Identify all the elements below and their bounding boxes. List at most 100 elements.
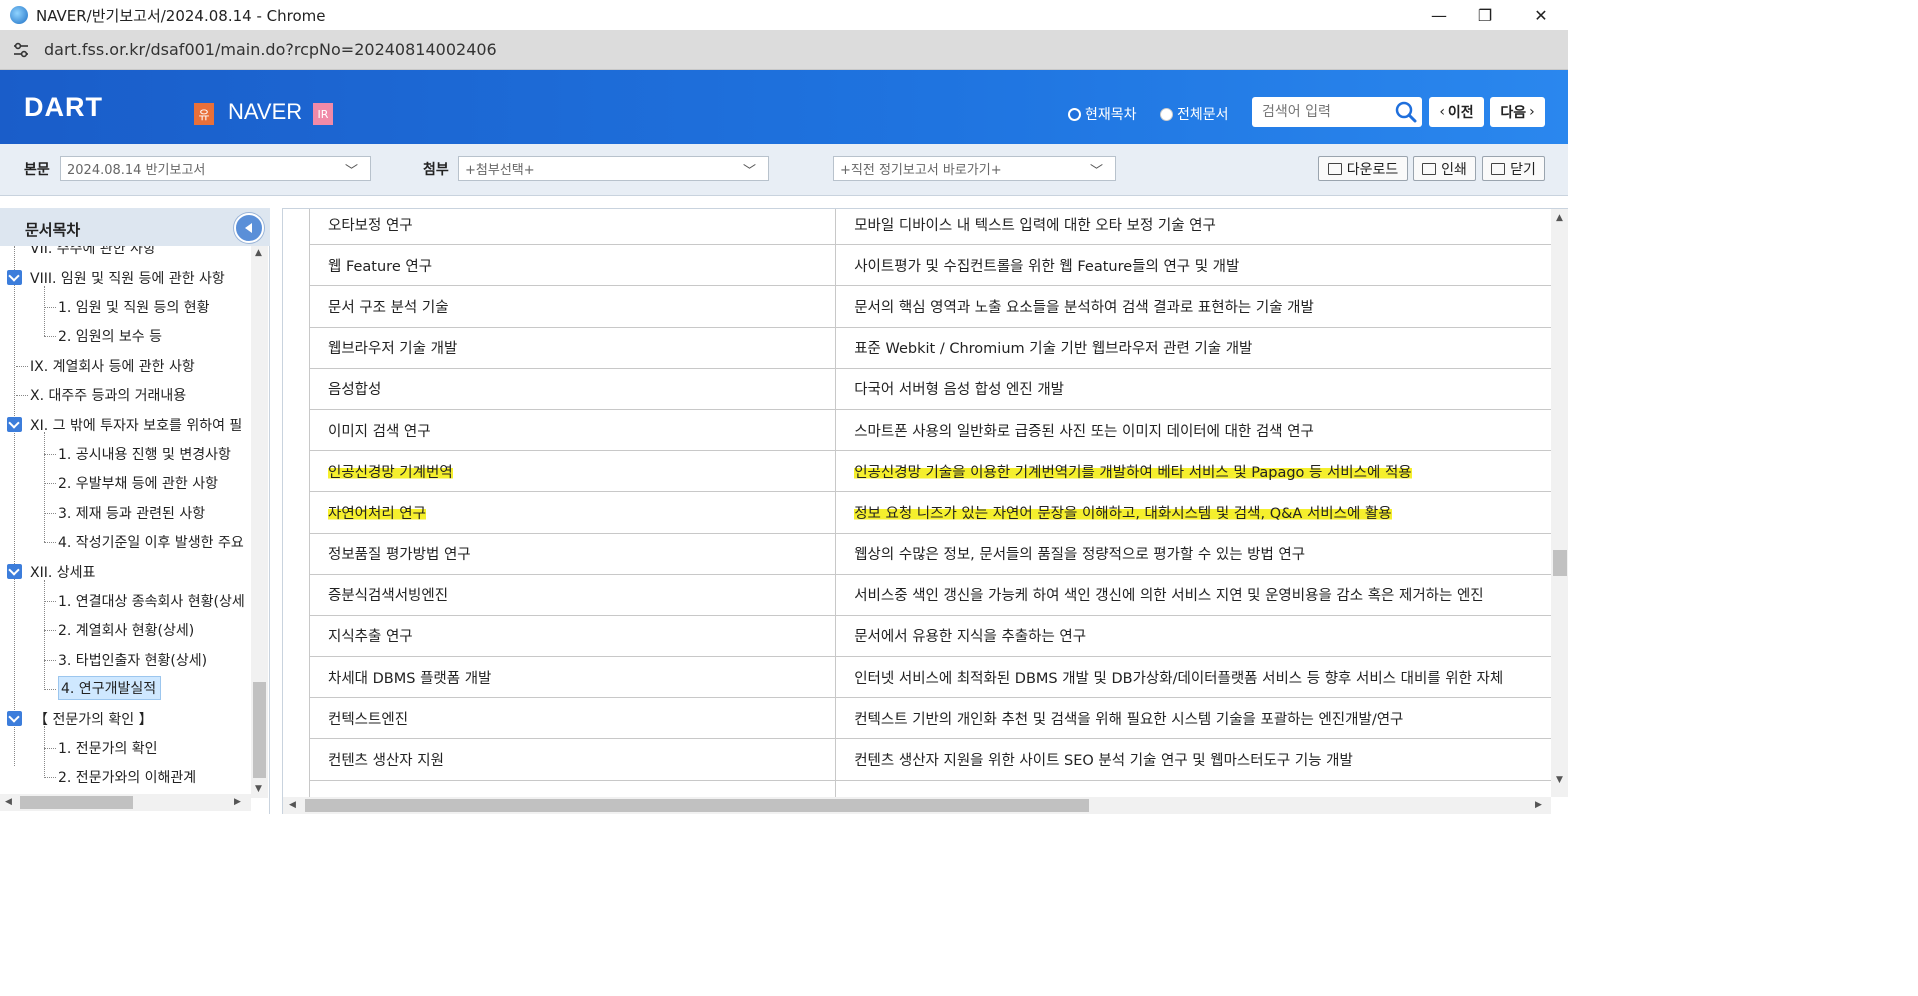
project-name: 웹브라우저 기술 개발	[328, 341, 458, 358]
toc-subitem[interactable]: 4. 작성기준일 이후 발생한 주요	[58, 530, 244, 554]
sidebar-horizontal-scrollbar[interactable]: ◀ ▶	[0, 794, 251, 811]
table-row: 웹브라우저 기술 개발 표준 Webkit / Chromium 기술 기반 웹브…	[308, 326, 1568, 369]
close-doc-button[interactable]: 닫기	[1482, 156, 1545, 181]
project-name: 웹 Feature 연구	[328, 258, 433, 275]
tree-connector	[16, 395, 28, 396]
radio-current-label: 현재목차	[1085, 107, 1137, 123]
main-horizontal-scrollbar[interactable]: ◀ ▶	[283, 797, 1551, 814]
scroll-down-arrow-icon[interactable]: ▼	[255, 784, 262, 794]
dart-logo[interactable]: DART	[24, 92, 103, 123]
toc-subitem[interactable]: 1. 공시내용 진행 및 변경사항	[58, 442, 231, 466]
project-name-cell: 이미지 검색 연구	[308, 408, 837, 452]
project-name-cell: 음성합성	[308, 367, 837, 410]
project-name-cell: 지식추출 연구	[308, 614, 837, 658]
radio-circle-icon	[1160, 107, 1173, 121]
toc-subitem[interactable]: 2. 임원의 보수 등	[58, 324, 162, 348]
minimize-button[interactable]: —	[1416, 0, 1462, 30]
project-description: 다국어 서버형 음성 합성 엔진 개발	[854, 382, 1065, 399]
toc-subitem[interactable]: 2. 전문가와의 이해관계	[58, 765, 196, 789]
search-icon[interactable]	[1394, 100, 1418, 124]
scroll-right-arrow-icon[interactable]: ▶	[234, 797, 241, 807]
toc-item[interactable]: 【 전문가의 확인 】	[34, 707, 153, 731]
project-desc-cell: 스마트폰 사용의 일반화로 급증된 사진 또는 이미지 데이터에 대한 검색 연…	[835, 408, 1568, 452]
radio-all-label: 전체문서	[1177, 107, 1229, 123]
project-desc-cell: 모바일 디바이스 내 텍스트 입력에 대한 오타 보정 기술 연구	[835, 209, 1568, 246]
toc-subitem[interactable]: 2. 계열회사 현황(상세)	[58, 618, 194, 642]
next-label: 다음	[1500, 105, 1527, 121]
project-description: 표준 Webkit / Chromium 기술 기반 웹브라우저 관련 기술 개…	[854, 341, 1253, 358]
scroll-left-arrow-icon[interactable]: ◀	[5, 797, 12, 807]
main-doc-select[interactable]: 2024.08.14 반기보고서 ﹀	[60, 156, 371, 181]
collapse-sidebar-button[interactable]	[234, 213, 264, 243]
project-description: 모바일 디바이스 내 텍스트 입력에 대한 오타 보정 기술 연구	[854, 217, 1216, 234]
radio-current-toc[interactable]: 현재목차	[1068, 104, 1137, 124]
scroll-down-arrow-icon[interactable]: ▼	[1556, 775, 1563, 785]
download-button[interactable]: 다운로드	[1318, 156, 1408, 181]
project-name-cell: 정보품질 평가방법 연구	[308, 532, 837, 575]
attach-select[interactable]: +첨부선택+ ﹀	[458, 156, 769, 181]
toc-subitem[interactable]: 1. 연결대상 종속회사 현황(상세	[58, 589, 245, 613]
toc-item[interactable]: X. 대주주 등과의 거래내용	[30, 383, 186, 407]
address-bar: dart.fss.or.kr/dsaf001/main.do?rcpNo=202…	[0, 30, 1568, 70]
restore-button[interactable]: ❐	[1462, 0, 1508, 30]
scroll-right-arrow-icon[interactable]: ▶	[1535, 800, 1542, 810]
table-row: 음성합성 다국어 서버형 음성 합성 엔진 개발	[308, 367, 1568, 410]
project-description: 컨텐츠 생산자 지원을 위한 사이트 SEO 분석 기술 연구 및 웹마스터도구…	[854, 753, 1353, 770]
search-input[interactable]	[1262, 104, 1392, 120]
scroll-left-arrow-icon[interactable]: ◀	[289, 800, 296, 810]
scroll-up-arrow-icon[interactable]: ▲	[255, 248, 262, 258]
expand-toggle-icon[interactable]	[7, 270, 22, 285]
expand-toggle-icon[interactable]	[7, 564, 22, 579]
site-settings-icon[interactable]	[10, 39, 32, 61]
document-icon	[1491, 162, 1506, 175]
tree-connector	[16, 366, 28, 367]
printer-icon	[1422, 162, 1437, 175]
project-name-cell: 오타보정 연구	[308, 209, 837, 246]
table-row: 자연어처리 연구 정보 요청 니즈가 있는 자연어 문장을 이해하고, 대화시스템…	[308, 491, 1568, 534]
toc-subitem[interactable]: 3. 제재 등과 관련된 사항	[58, 501, 205, 525]
toc-subitem[interactable]: 3. 타법인출자 현황(상세)	[58, 648, 207, 672]
radio-all-docs[interactable]: 전체문서	[1160, 104, 1229, 124]
main-doc-label: 본문	[24, 162, 50, 178]
tree-connector	[44, 726, 45, 778]
project-name-cell: 웹브라우저 기술 개발	[308, 326, 837, 369]
toc-subitem[interactable]: 2. 우발부채 등에 관한 사항	[58, 471, 218, 495]
scroll-thumb[interactable]	[20, 796, 133, 809]
project-description: 문서의 핵심 영역과 노출 요소들을 분석하여 검색 결과로 표현하는 기술 개…	[854, 299, 1314, 316]
tree-connector	[44, 307, 56, 308]
radio-circle-icon	[1068, 107, 1081, 121]
table-row: 인공신경망 기계번역 인공신경망 기술을 이용한 기계번역기를 개발하여 베타 서…	[308, 450, 1568, 493]
close-window-button[interactable]: ✕	[1518, 0, 1564, 30]
toc-subitem[interactable]: 1. 전문가의 확인	[58, 736, 158, 760]
scroll-thumb[interactable]	[1553, 550, 1567, 576]
next-button[interactable]: 다음 ›	[1490, 97, 1545, 127]
main-vertical-scrollbar[interactable]: ▲ ▼	[1551, 209, 1568, 797]
toc-item[interactable]: XI. 그 밖에 투자자 보호를 위하여 필	[30, 413, 242, 437]
project-desc-cell: 서비스중 색인 갱신을 가능케 하여 색인 갱신에 의한 서비스 지연 및 운영…	[835, 573, 1568, 616]
scroll-thumb[interactable]	[253, 682, 266, 778]
expand-toggle-icon[interactable]	[7, 711, 22, 726]
toc-subitem[interactable]: 1. 임원 및 직원 등의 현황	[58, 295, 210, 319]
prev-label: 이전	[1447, 105, 1474, 121]
toc-title: 문서목차	[25, 221, 81, 239]
scroll-thumb[interactable]	[305, 799, 1089, 812]
print-button[interactable]: 인쇄	[1413, 156, 1476, 181]
toc-item[interactable]: IX. 계열회사 등에 관한 사항	[30, 354, 195, 378]
ir-badge[interactable]: IR	[313, 103, 333, 125]
project-desc-cell: 문서에서 유용한 지식을 추출하는 연구	[835, 614, 1568, 658]
url-text[interactable]: dart.fss.or.kr/dsaf001/main.do?rcpNo=202…	[44, 40, 497, 59]
project-name-cell: 컨텐츠 생산자 지원	[308, 738, 837, 781]
toc-item[interactable]: VIII. 임원 및 직원 등에 관한 사항	[30, 266, 225, 290]
expand-toggle-icon[interactable]	[7, 417, 22, 432]
chevron-down-icon: ﹀	[742, 164, 756, 179]
prev-report-select[interactable]: +직전 정기보고서 바로가기+ ﹀	[833, 156, 1116, 181]
toc-item[interactable]: VII. 주주에 관한 사항	[30, 246, 156, 260]
prev-button[interactable]: ‹ 이전	[1429, 97, 1484, 127]
sidebar-vertical-scrollbar[interactable]: ▲ ▼	[251, 246, 268, 798]
toc-item[interactable]: XII. 상세표	[30, 560, 95, 584]
main-doc-select-value: 2024.08.14 반기보고서	[67, 163, 206, 178]
table-row: 문서 구조 분석 기술 문서의 핵심 영역과 노출 요소들을 분석하여 검색 결과…	[308, 285, 1568, 328]
toc-subitem-selected[interactable]: 4. 연구개발실적	[58, 676, 162, 700]
project-name-cell: 증분식검색서빙엔진	[308, 573, 837, 616]
scroll-up-arrow-icon[interactable]: ▲	[1556, 213, 1563, 223]
